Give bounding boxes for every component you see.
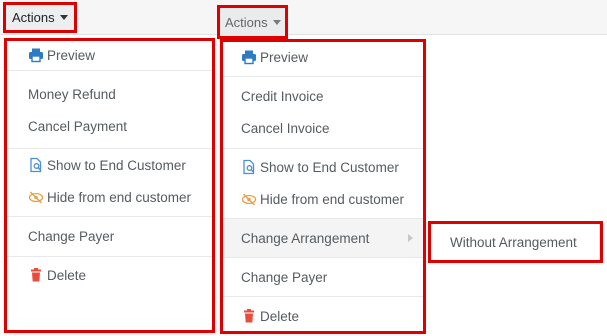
- highlight-box: [220, 39, 426, 334]
- highlight-box: [428, 221, 603, 263]
- highlight-box: [3, 2, 77, 33]
- highlight-box: [217, 5, 288, 39]
- highlight-box: [4, 38, 215, 333]
- toolbar: [0, 0, 607, 35]
